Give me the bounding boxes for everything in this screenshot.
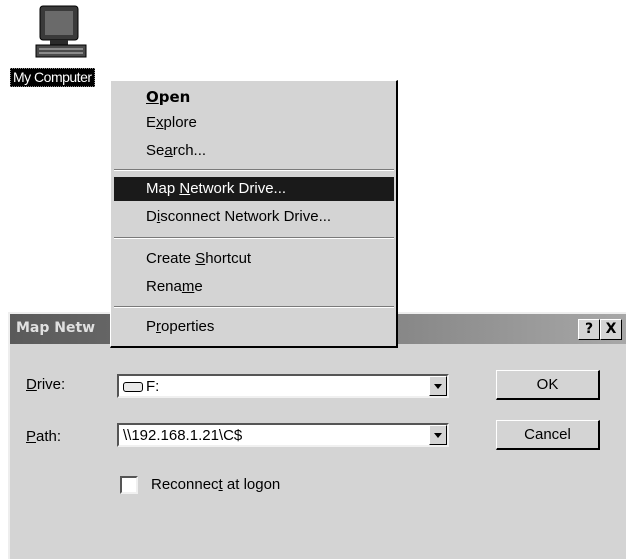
close-button[interactable]: X (600, 319, 622, 340)
help-button[interactable]: ? (578, 319, 600, 340)
menu-separator (114, 306, 394, 308)
menu-separator (114, 169, 394, 171)
reconnect-checkbox[interactable] (120, 476, 138, 494)
my-computer-icon (35, 5, 87, 58)
drive-dropdown-button[interactable] (429, 376, 447, 396)
chevron-down-icon (434, 433, 442, 438)
menu-item-disconnect-network-drive[interactable]: Disconnect Network Drive... (114, 205, 394, 229)
menu-item-create-shortcut[interactable]: Create Shortcut (114, 247, 394, 271)
my-computer-label: My Computer (10, 68, 95, 87)
path-value: \\192.168.1.21\C$ (123, 427, 243, 444)
menu-item-rename[interactable]: Rename (114, 275, 394, 299)
path-label: Path: (26, 428, 62, 445)
menu-item-open[interactable]: Open (114, 85, 394, 109)
ok-button[interactable]: OK (496, 370, 600, 400)
map-network-drive-dialog: Map Netw ? X Drive: F: OK Path: \\192.16… (8, 312, 626, 559)
menu-item-search[interactable]: Search... (114, 139, 394, 163)
dialog-title: Map Netw (16, 320, 96, 336)
menu-item-explore[interactable]: Explore (114, 111, 394, 135)
drive-label: Drive: (26, 376, 66, 393)
cancel-button[interactable]: Cancel (496, 420, 600, 450)
reconnect-label[interactable]: Reconnect at logon (151, 476, 280, 494)
menu-item-properties[interactable]: Properties (114, 315, 394, 339)
drive-combobox[interactable]: F: (117, 374, 449, 398)
network-drive-icon (123, 382, 143, 393)
menu-separator (114, 237, 394, 239)
context-menu: Open Explore Search... Map Network Drive… (110, 80, 398, 348)
chevron-down-icon (434, 384, 442, 389)
path-dropdown-button[interactable] (429, 425, 447, 445)
path-combobox[interactable]: \\192.168.1.21\C$ (117, 423, 449, 447)
my-computer-shortcut[interactable]: My Computer (8, 2, 118, 92)
menu-item-map-network-drive[interactable]: Map Network Drive... (114, 177, 394, 201)
drive-value: F: (146, 378, 160, 395)
